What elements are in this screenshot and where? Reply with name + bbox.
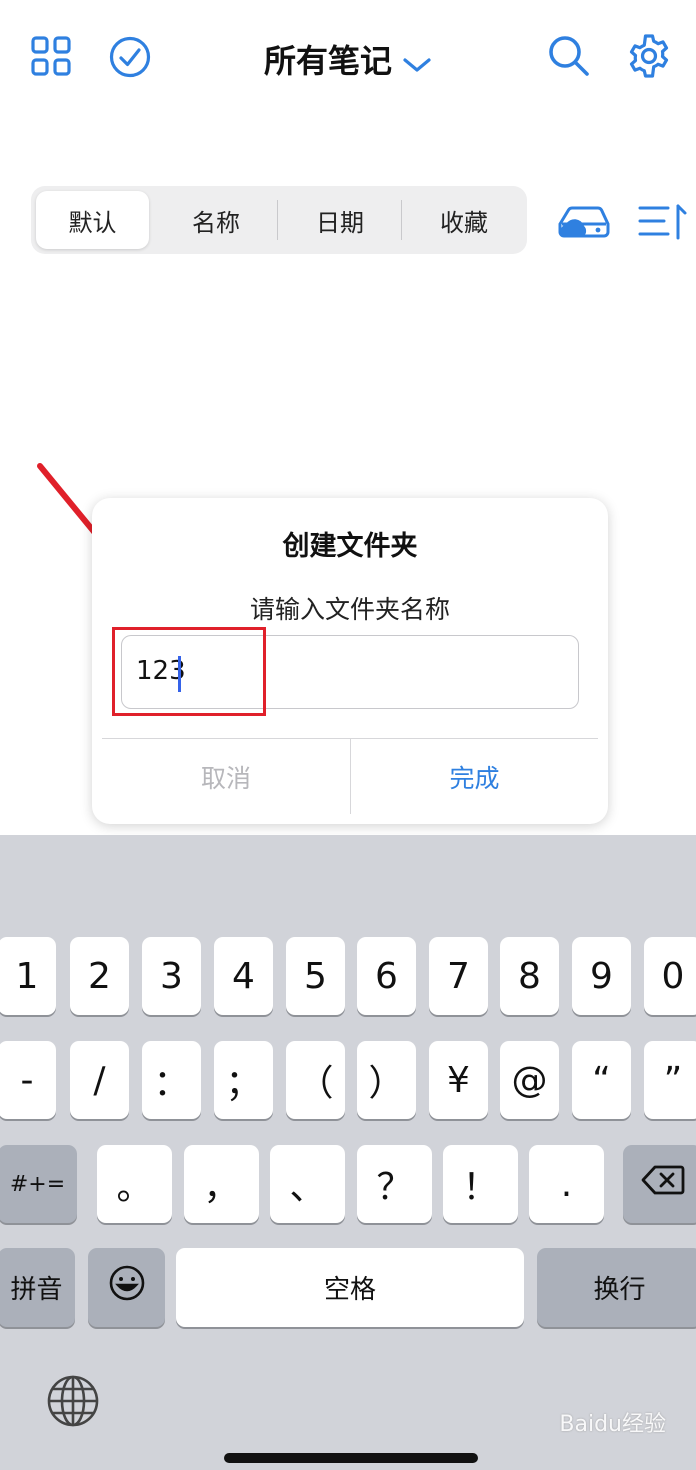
tab-date-label: 日期: [316, 208, 364, 237]
divider: [401, 200, 402, 240]
key-right-quote[interactable]: ”: [644, 1041, 696, 1119]
watermark: Baidu经验: [559, 1412, 666, 1437]
cancel-button[interactable]: 取消: [102, 739, 350, 814]
top-bar: 所有笔记: [0, 0, 696, 115]
keyboard: 1 2 3 4 5 6 7 8 9 0 - / ： ； （ ） ¥ @ “ ” …: [0, 835, 696, 1470]
chevron-down-icon: [402, 44, 432, 82]
key-2[interactable]: 2: [70, 937, 129, 1015]
tab-default[interactable]: 默认: [36, 191, 149, 249]
key-4[interactable]: 4: [214, 937, 273, 1015]
key-6[interactable]: 6: [357, 937, 416, 1015]
key-hyphen[interactable]: -: [0, 1041, 56, 1119]
key-colon[interactable]: ：: [142, 1041, 201, 1119]
highlight-box: [112, 627, 266, 716]
return-key[interactable]: 换行: [537, 1248, 696, 1327]
key-period-cn[interactable]: 。: [97, 1145, 172, 1223]
dialog-title: 创建文件夹: [282, 531, 418, 562]
key-yen[interactable]: ¥: [429, 1041, 488, 1119]
gear-icon[interactable]: [626, 33, 672, 79]
key-slash[interactable]: /: [70, 1041, 129, 1119]
key-question[interactable]: ？: [357, 1145, 432, 1223]
done-button[interactable]: 完成: [351, 739, 598, 814]
tab-default-label: 默认: [68, 208, 117, 237]
key-5[interactable]: 5: [286, 937, 345, 1015]
key-comma-cn[interactable]: ，: [184, 1145, 259, 1223]
emoji-icon: [108, 1264, 146, 1311]
search-icon[interactable]: [546, 33, 592, 79]
key-0[interactable]: 0: [644, 937, 696, 1015]
key-right-paren[interactable]: ）: [357, 1041, 416, 1119]
key-8[interactable]: 8: [500, 937, 559, 1015]
cloud-drive-icon[interactable]: [558, 200, 610, 240]
tab-name-label: 名称: [192, 208, 240, 237]
globe-icon[interactable]: [45, 1373, 101, 1429]
tab-favorites[interactable]: 收藏: [403, 191, 525, 249]
key-left-paren[interactable]: （: [286, 1041, 345, 1119]
divider: [277, 200, 278, 240]
key-exclaim[interactable]: ！: [443, 1145, 518, 1223]
key-left-quote[interactable]: “: [572, 1041, 631, 1119]
delete-key[interactable]: [623, 1145, 696, 1223]
emoji-key[interactable]: [88, 1248, 165, 1327]
sort-segmented-control: 默认 名称 日期 收藏: [31, 186, 527, 254]
key-1[interactable]: 1: [0, 937, 56, 1015]
pinyin-key[interactable]: 拼音: [0, 1248, 75, 1327]
key-at[interactable]: @: [500, 1041, 559, 1119]
tab-date[interactable]: 日期: [279, 191, 401, 249]
key-more-symbols[interactable]: #+=: [0, 1145, 77, 1223]
dialog-message: 请输入文件夹名称: [249, 595, 450, 624]
page-title-text: 所有笔记: [263, 42, 392, 80]
key-enum-comma[interactable]: 、: [270, 1145, 345, 1223]
backspace-icon: [641, 1164, 685, 1205]
tab-favorites-label: 收藏: [440, 208, 488, 237]
sort-list-icon[interactable]: [638, 202, 688, 242]
space-key[interactable]: 空格: [176, 1248, 524, 1327]
key-3[interactable]: 3: [142, 937, 201, 1015]
tab-name[interactable]: 名称: [155, 191, 277, 249]
key-7[interactable]: 7: [429, 937, 488, 1015]
key-9[interactable]: 9: [572, 937, 631, 1015]
key-dot[interactable]: .: [529, 1145, 604, 1223]
home-indicator: [224, 1453, 478, 1463]
key-semicolon[interactable]: ；: [214, 1041, 273, 1119]
